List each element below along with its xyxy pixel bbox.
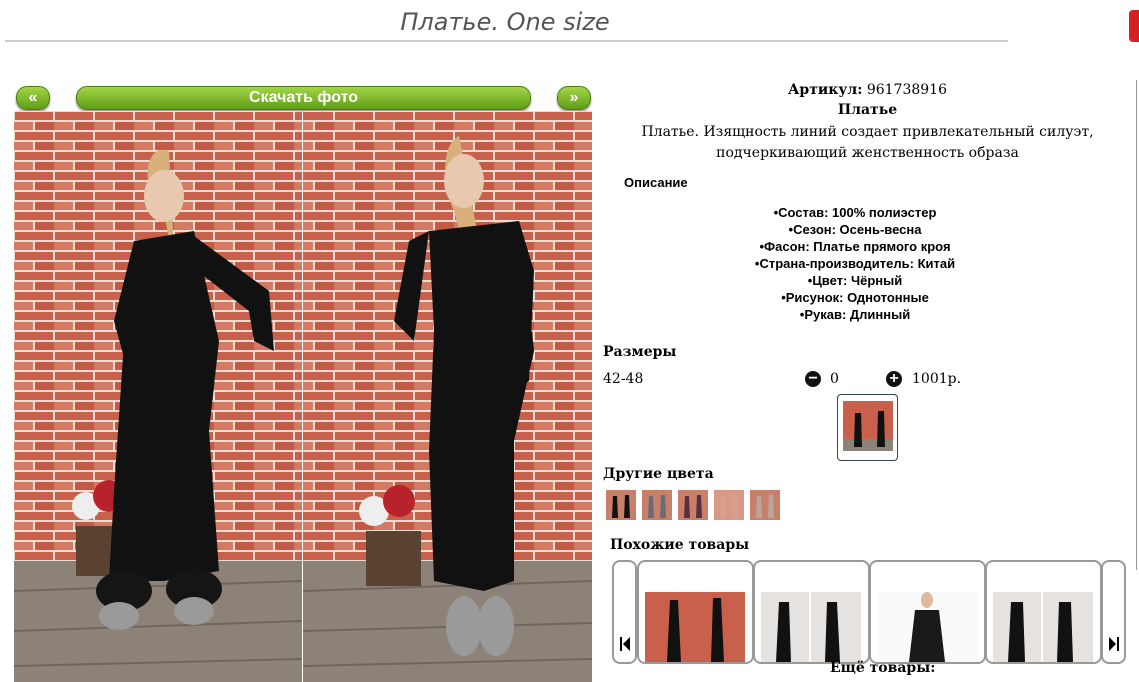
similar-product-card[interactable] [753,560,870,664]
size-price: 1001р. [912,371,962,387]
article-label: Артикул: [788,82,863,98]
prev-photo-button[interactable]: « [16,86,50,110]
attribute-item: Сезон: Осень-весна [600,221,1110,238]
plus-circle-icon[interactable]: + [886,371,902,387]
article-value: 961738916 [866,82,947,98]
skip-back-icon [620,637,630,651]
corner-widget[interactable] [1129,10,1139,42]
similar-products-carousel [612,560,1126,664]
article-line: Артикул: 961738916 [600,82,1135,98]
next-photo-button[interactable]: » [557,86,591,110]
photo-left [14,111,303,682]
size-row: 42-48 − 0 + 1001р. [603,371,1133,391]
product-description: Платье. Изящность линий создает привлека… [641,124,1094,161]
attribute-item: Страна-производитель: Китай [600,255,1110,272]
similar-product-card[interactable] [637,560,754,664]
sizes-heading: Размеры [603,344,677,360]
color-thumbnail[interactable] [606,490,636,520]
product-name: Платье [837,102,898,118]
attribute-list: Состав: 100% полиэстер Сезон: Осень-весн… [600,204,1110,323]
other-colors-heading: Другие цвета [603,466,714,482]
download-photo-button[interactable]: Скачать фото [76,86,531,110]
scrollbar-edge[interactable] [1136,80,1137,570]
size-thumbnail[interactable] [837,394,898,461]
attribute-item: Цвет: Чёрный [600,272,1110,289]
more-products-label[interactable]: Ещё товары: [830,660,935,676]
description-heading: Описание [624,175,688,190]
color-thumbnail[interactable] [678,490,708,520]
attribute-item: Рисунок: Однотонные [600,289,1110,306]
carousel-prev-button[interactable] [612,560,637,664]
photo-right [302,111,592,682]
size-label: 42-48 [603,371,644,387]
color-thumbnail[interactable] [642,490,672,520]
page-title: Платье. One size [400,8,610,36]
attribute-item: Рукав: Длинный [600,306,1110,323]
skip-forward-icon [1109,637,1119,651]
title-divider [5,40,1008,42]
similar-product-card[interactable] [869,560,986,664]
color-thumbnail[interactable] [750,490,780,520]
attribute-item: Состав: 100% полиэстер [600,204,1110,221]
similar-products-heading: Похожие товары [610,537,750,553]
similar-product-card[interactable] [985,560,1102,664]
color-thumbnail[interactable] [714,490,744,520]
product-photo[interactable] [14,111,592,682]
size-quantity: 0 [830,371,839,387]
attribute-item: Фасон: Платье прямого кроя [600,238,1110,255]
minus-circle-icon[interactable]: − [805,371,821,387]
carousel-next-button[interactable] [1101,560,1126,664]
